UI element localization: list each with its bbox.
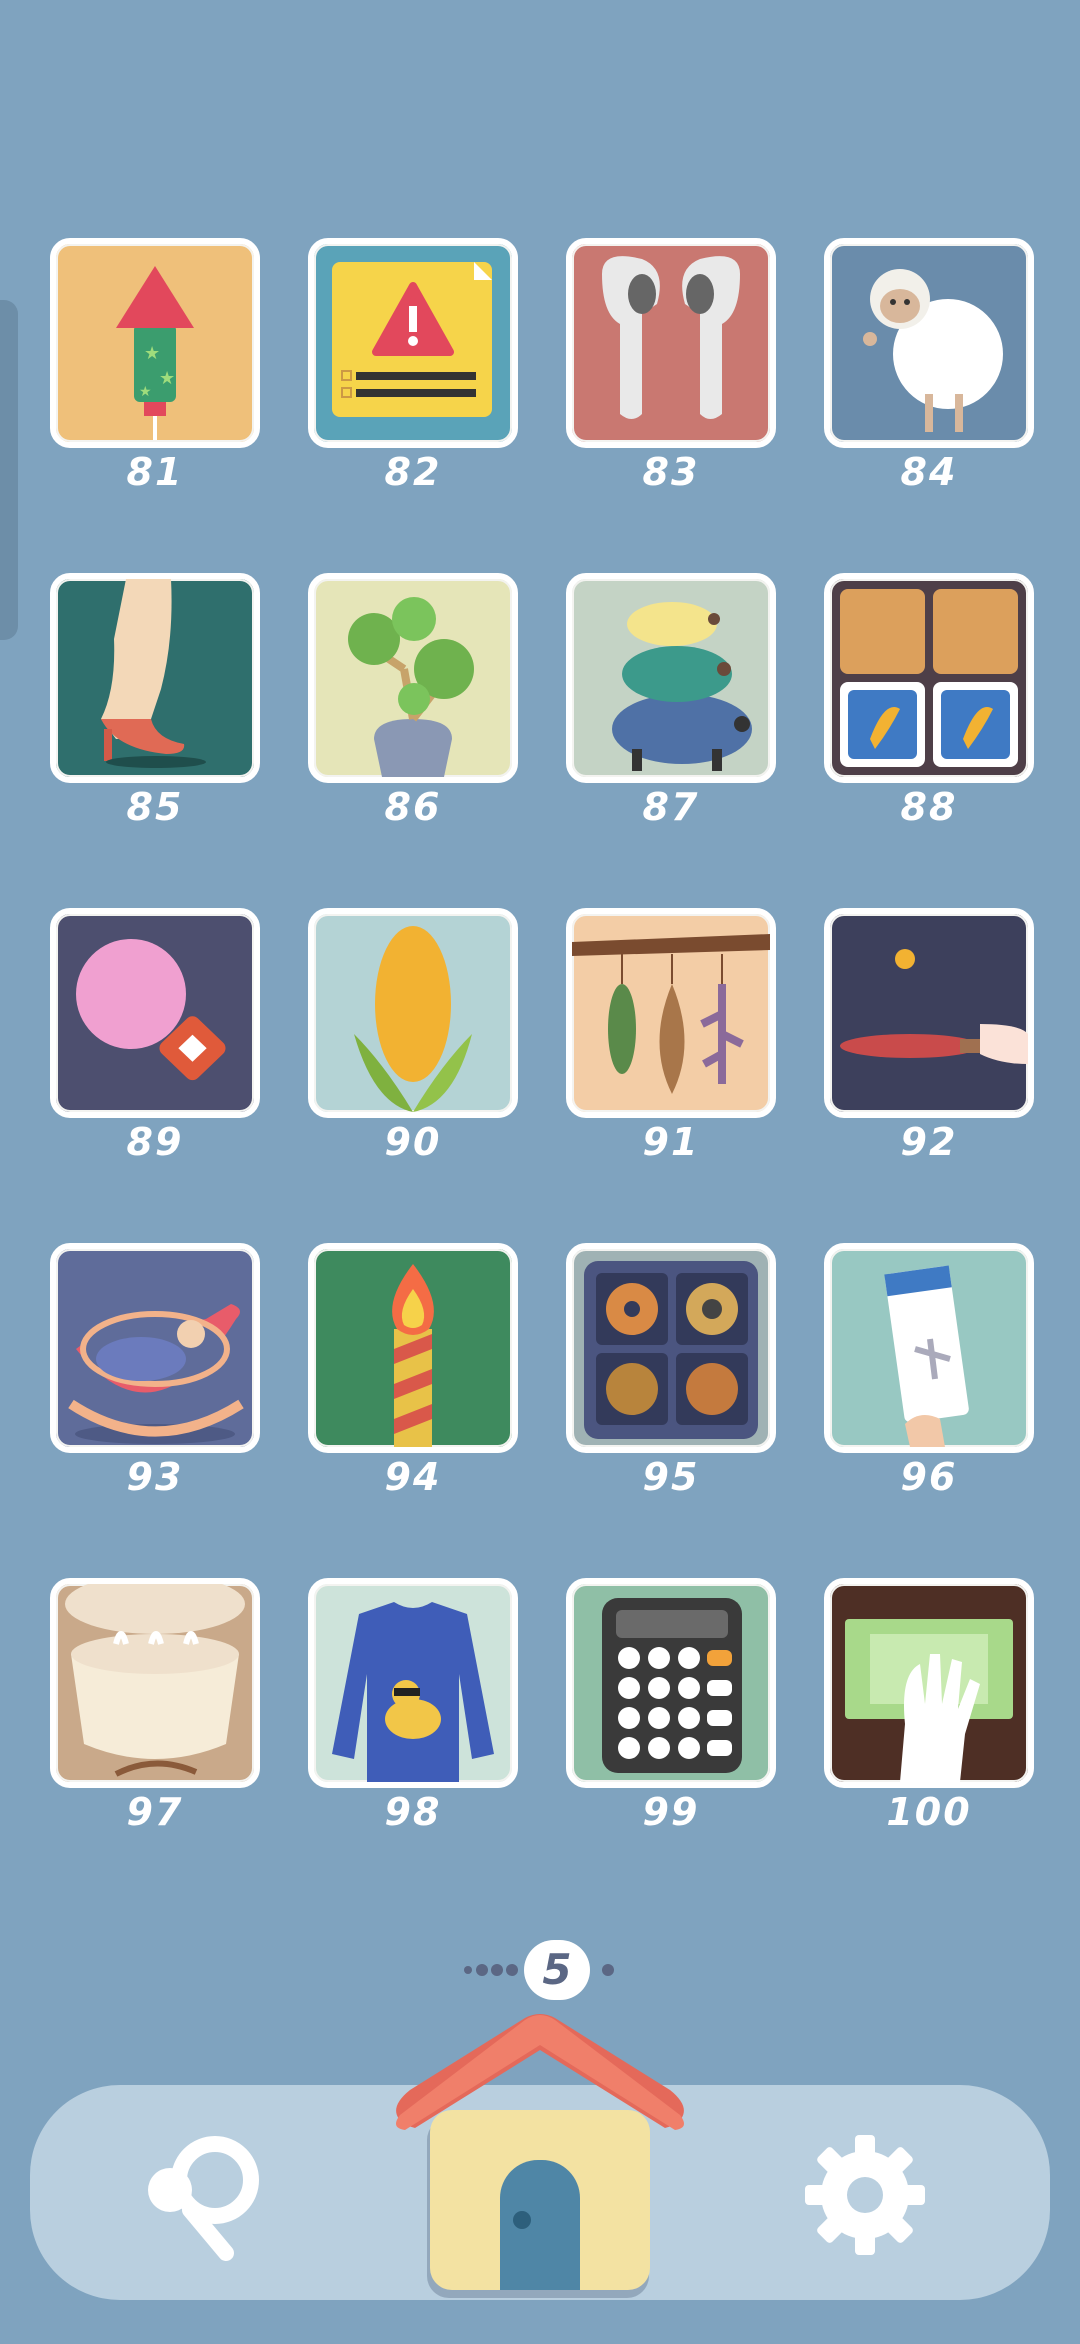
svg-text:★: ★ xyxy=(139,384,152,400)
level-number: 99 xyxy=(642,1790,700,1834)
level-97-button[interactable]: 97 xyxy=(50,1578,260,1838)
cookie-box-icon xyxy=(840,589,1018,767)
level-thumbnail xyxy=(566,1243,776,1453)
warning-sign-icon xyxy=(332,262,492,417)
level-thumbnail: ★ ★ ★ xyxy=(50,238,260,448)
level-number: 91 xyxy=(642,1120,700,1164)
high-heel-leg-icon xyxy=(101,579,206,768)
ping-pong-paddle-icon xyxy=(840,949,1028,1064)
level-thumbnail xyxy=(824,238,1034,448)
stacked-turtles-icon xyxy=(612,602,752,771)
level-88-button[interactable]: 88 xyxy=(824,573,1034,833)
money-counting-icon xyxy=(845,1619,1013,1782)
level-thumbnail xyxy=(824,1243,1034,1453)
candle-icon xyxy=(392,1264,434,1447)
level-thumbnail xyxy=(50,1243,260,1453)
hanging-shells-icon xyxy=(572,934,770,1094)
level-number: 90 xyxy=(384,1120,442,1164)
level-number: 87 xyxy=(642,785,700,829)
level-thumbnail xyxy=(308,1243,518,1453)
svg-text:★: ★ xyxy=(144,343,160,364)
level-thumbnail xyxy=(50,908,260,1118)
pager-dot[interactable] xyxy=(506,1964,518,1976)
succulent-plant-icon xyxy=(348,597,474,777)
home-house-icon xyxy=(396,2014,684,2298)
level-86-button[interactable]: 86 xyxy=(308,573,518,833)
level-thumbnail xyxy=(824,1578,1034,1788)
level-92-button[interactable]: 92 xyxy=(824,908,1034,1168)
level-number: 86 xyxy=(384,785,442,829)
level-85-button[interactable]: 85 xyxy=(50,573,260,833)
level-91-button[interactable]: 91 xyxy=(566,908,776,1168)
level-87-button[interactable]: 87 xyxy=(566,573,776,833)
home-button[interactable] xyxy=(385,2010,695,2300)
firework-rocket-icon: ★ ★ ★ xyxy=(116,266,194,440)
level-99-button[interactable]: 99 xyxy=(566,1578,776,1838)
level-number: 89 xyxy=(126,1120,184,1164)
level-number: 95 xyxy=(642,1455,700,1499)
hint-button[interactable] xyxy=(130,2125,280,2265)
level-number: 93 xyxy=(126,1455,184,1499)
level-number: 97 xyxy=(126,1790,184,1834)
level-81-button[interactable]: ★ ★ ★ 81 xyxy=(50,238,260,498)
level-thumbnail xyxy=(308,1578,518,1788)
pager-dot[interactable] xyxy=(602,1964,614,1976)
level-83-button[interactable]: 83 xyxy=(566,238,776,498)
page-indicator: 5 xyxy=(0,1935,1080,2005)
corn-icon xyxy=(354,926,472,1112)
level-95-button[interactable]: 95 xyxy=(566,1243,776,1503)
calculator-icon xyxy=(602,1598,742,1773)
level-98-button[interactable]: 98 xyxy=(308,1578,518,1838)
level-number: 81 xyxy=(126,450,184,494)
level-thumbnail xyxy=(566,238,776,448)
level-84-button[interactable]: 84 xyxy=(824,238,1034,498)
level-thumbnail xyxy=(50,1578,260,1788)
svg-text:★: ★ xyxy=(159,368,175,389)
earbuds-icon xyxy=(602,256,740,419)
sheep-icon xyxy=(863,269,1003,432)
baby-cradle-icon xyxy=(68,1304,244,1444)
hint-magnifier-icon xyxy=(148,2136,259,2261)
duck-sweater-icon xyxy=(332,1602,494,1782)
level-number: 92 xyxy=(900,1120,958,1164)
level-90-button[interactable]: 90 xyxy=(308,908,518,1168)
level-thumbnail xyxy=(50,573,260,783)
current-page-number: 5 xyxy=(524,1940,590,2000)
level-thumbnail xyxy=(566,573,776,783)
pager-dot[interactable] xyxy=(476,1964,488,1976)
boarding-pass-icon xyxy=(884,1265,969,1447)
level-number: 100 xyxy=(886,1790,972,1834)
steamer-basket-icon xyxy=(65,1584,245,1777)
level-94-button[interactable]: 94 xyxy=(308,1243,518,1503)
level-100-button[interactable]: 100 xyxy=(824,1578,1034,1838)
level-thumbnail xyxy=(566,908,776,1118)
cookie-tin-icon xyxy=(584,1261,758,1439)
pager-dot[interactable] xyxy=(464,1966,472,1974)
level-thumbnail xyxy=(308,238,518,448)
level-82-button[interactable]: 82 xyxy=(308,238,518,498)
settings-gear-icon xyxy=(805,2135,925,2255)
level-93-button[interactable]: 93 xyxy=(50,1243,260,1503)
level-96-button[interactable]: 96 xyxy=(824,1243,1034,1503)
pager-dot[interactable] xyxy=(491,1964,503,1976)
level-number: 82 xyxy=(384,450,442,494)
level-89-button[interactable]: 89 xyxy=(50,908,260,1168)
level-number: 98 xyxy=(384,1790,442,1834)
level-thumbnail xyxy=(308,573,518,783)
level-grid: ★ ★ ★ 81 82 83 84 85 86 87 88 89 90 91 92 93 94 95 96 97 98 9… xyxy=(0,0,1080,1900)
level-number: 84 xyxy=(900,450,958,494)
level-number: 83 xyxy=(642,450,700,494)
level-thumbnail xyxy=(308,908,518,1118)
level-number: 94 xyxy=(384,1455,442,1499)
level-number: 96 xyxy=(900,1455,958,1499)
level-thumbnail xyxy=(824,573,1034,783)
settings-button[interactable] xyxy=(800,2130,930,2260)
level-number: 85 xyxy=(126,785,184,829)
level-thumbnail xyxy=(824,908,1034,1118)
balloon-star-icon xyxy=(76,939,226,1081)
level-number: 88 xyxy=(900,785,958,829)
level-thumbnail xyxy=(566,1578,776,1788)
